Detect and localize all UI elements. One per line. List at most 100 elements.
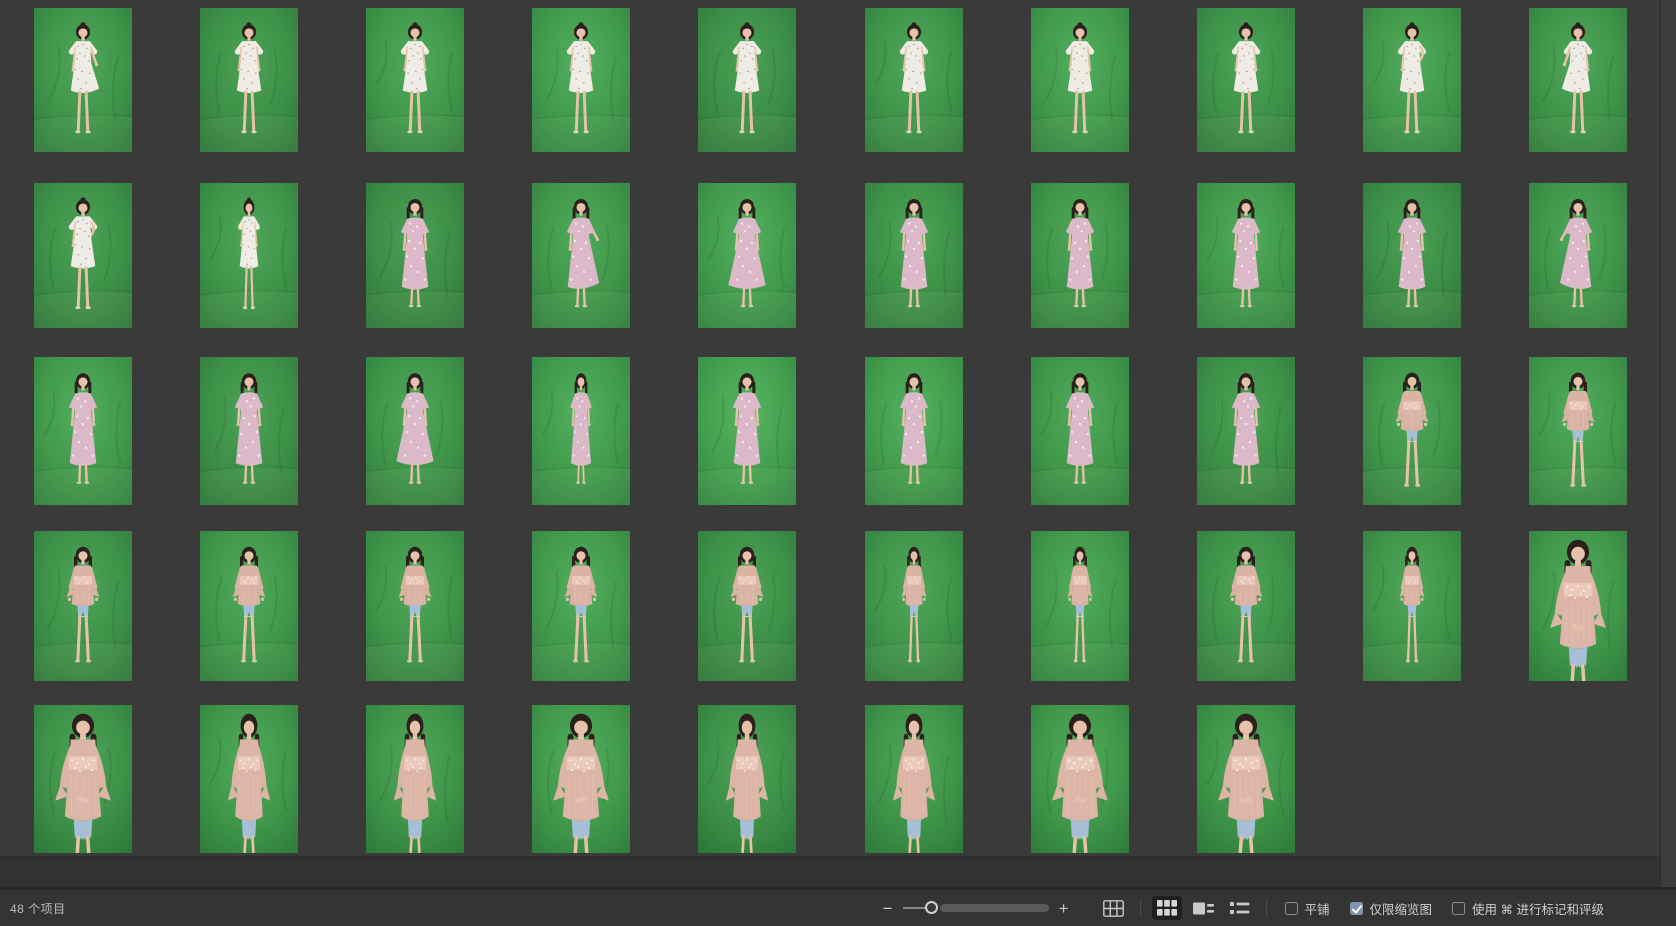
photo-thumbnail[interactable]	[532, 183, 630, 328]
use-cmd-for-rating-checkbox[interactable]: 使用 ⌘ 进行标记和评级	[1452, 899, 1604, 918]
photo-thumbnail[interactable]	[200, 705, 298, 853]
grid-cell	[1495, 183, 1661, 357]
photo-thumbnail[interactable]	[1197, 531, 1295, 681]
photo-thumbnail[interactable]	[1197, 183, 1295, 328]
thumbnail-size-slider[interactable]	[903, 900, 1049, 916]
photo-thumbnail[interactable]	[698, 357, 796, 505]
thumbnail-view-icon	[1157, 900, 1177, 916]
photo-thumbnail[interactable]	[1529, 357, 1627, 505]
grid-cell	[166, 705, 332, 880]
grid-cell	[664, 8, 830, 183]
photo-thumbnail[interactable]	[698, 705, 796, 853]
grid-cell	[997, 183, 1163, 357]
photo-thumbnail[interactable]	[366, 357, 464, 505]
grid-cell	[1163, 531, 1329, 705]
photo-thumbnail[interactable]	[1363, 8, 1461, 152]
photo-thumbnail[interactable]	[865, 183, 963, 328]
photo-thumbnail[interactable]	[698, 183, 796, 328]
photo-thumbnail[interactable]	[34, 357, 132, 505]
grid-cell	[0, 705, 166, 880]
content-area	[0, 0, 1676, 887]
details-view-button[interactable]	[1188, 897, 1219, 920]
photo-thumbnail[interactable]	[1031, 357, 1129, 505]
photo-thumbnail[interactable]	[34, 8, 132, 152]
grid-view-icon	[1103, 900, 1124, 917]
grid-cell	[664, 705, 830, 880]
grid-cell	[166, 357, 332, 531]
photo-thumbnail[interactable]	[200, 183, 298, 328]
photo-thumbnail[interactable]	[698, 531, 796, 681]
photo-thumbnail[interactable]	[1197, 8, 1295, 152]
photo-thumbnail[interactable]	[200, 531, 298, 681]
thumbnails-only-checkbox[interactable]: 仅限缩览图	[1350, 899, 1433, 918]
content-bottom-strip	[0, 856, 1660, 888]
use-cmd-for-rating-checkbox-label: 使用 ⌘ 进行标记和评级	[1472, 899, 1604, 918]
grid-cell	[1163, 8, 1329, 183]
tile-checkbox-box[interactable]	[1285, 902, 1298, 915]
statusbar-divider	[1266, 899, 1267, 917]
grid-cell	[664, 183, 830, 357]
tile-checkbox-label: 平铺	[1305, 899, 1330, 918]
photo-thumbnail[interactable]	[34, 705, 132, 853]
view-buttons-divider	[1140, 899, 1141, 917]
grid-view-button[interactable]	[1098, 896, 1129, 921]
grid-cell	[166, 8, 332, 183]
vertical-scrollbar[interactable]	[1660, 0, 1676, 887]
photo-thumbnail[interactable]	[34, 183, 132, 328]
grid-cell	[332, 183, 498, 357]
photo-thumbnail[interactable]	[698, 8, 796, 152]
photo-thumbnail[interactable]	[1031, 531, 1129, 681]
photo-thumbnail[interactable]	[532, 8, 630, 152]
photo-thumbnail[interactable]	[1363, 183, 1461, 328]
grid-cell	[1495, 357, 1661, 531]
grid-cell	[1329, 8, 1495, 183]
photo-thumbnail[interactable]	[1031, 705, 1129, 853]
zoom-out-button[interactable]: −	[877, 900, 899, 917]
grid-cell	[831, 357, 997, 531]
grid-cell	[166, 531, 332, 705]
grid-cell	[1329, 531, 1495, 705]
photo-thumbnail[interactable]	[200, 357, 298, 505]
use-cmd-for-rating-checkbox-box[interactable]	[1452, 902, 1465, 915]
photo-thumbnail[interactable]	[865, 357, 963, 505]
photo-thumbnail[interactable]	[1363, 357, 1461, 505]
grid-cell	[1163, 357, 1329, 531]
photo-thumbnail[interactable]	[1529, 8, 1627, 152]
tile-checkbox[interactable]: 平铺	[1285, 899, 1330, 918]
grid-cell	[166, 183, 332, 357]
grid-cell	[1329, 357, 1495, 531]
grid-cell	[0, 531, 166, 705]
item-count: 48 个项目	[10, 900, 66, 917]
photo-thumbnail[interactable]	[366, 531, 464, 681]
photo-thumbnail[interactable]	[1197, 357, 1295, 505]
photo-thumbnail[interactable]	[865, 8, 963, 152]
photo-thumbnail[interactable]	[532, 705, 630, 853]
photo-thumbnail[interactable]	[366, 183, 464, 328]
grid-cell	[997, 705, 1163, 880]
photo-thumbnail[interactable]	[532, 357, 630, 505]
photo-thumbnail[interactable]	[532, 531, 630, 681]
view-mode-buttons	[1095, 896, 1258, 921]
photo-thumbnail[interactable]	[1031, 8, 1129, 152]
photo-thumbnail[interactable]	[1529, 531, 1627, 681]
grid-cell	[498, 357, 664, 531]
photo-thumbnail[interactable]	[1529, 183, 1627, 328]
details-view-icon	[1193, 901, 1214, 916]
photo-thumbnail[interactable]	[366, 705, 464, 853]
photo-thumbnail[interactable]	[1031, 183, 1129, 328]
thumbnails-only-checkbox-box[interactable]	[1350, 902, 1363, 915]
photo-thumbnail[interactable]	[1363, 531, 1461, 681]
list-view-button[interactable]	[1225, 897, 1255, 919]
photo-thumbnail[interactable]	[865, 705, 963, 853]
grid-cell	[498, 183, 664, 357]
photo-thumbnail[interactable]	[34, 531, 132, 681]
photo-thumbnail[interactable]	[200, 8, 298, 152]
slider-track-right	[940, 904, 1049, 912]
slider-handle[interactable]	[925, 901, 938, 914]
zoom-in-button[interactable]: +	[1053, 900, 1075, 917]
photo-thumbnail[interactable]	[1197, 705, 1295, 853]
thumbnail-view-button[interactable]	[1152, 896, 1182, 920]
photo-thumbnail[interactable]	[865, 531, 963, 681]
photo-thumbnail[interactable]	[366, 8, 464, 152]
grid-cell	[1329, 183, 1495, 357]
